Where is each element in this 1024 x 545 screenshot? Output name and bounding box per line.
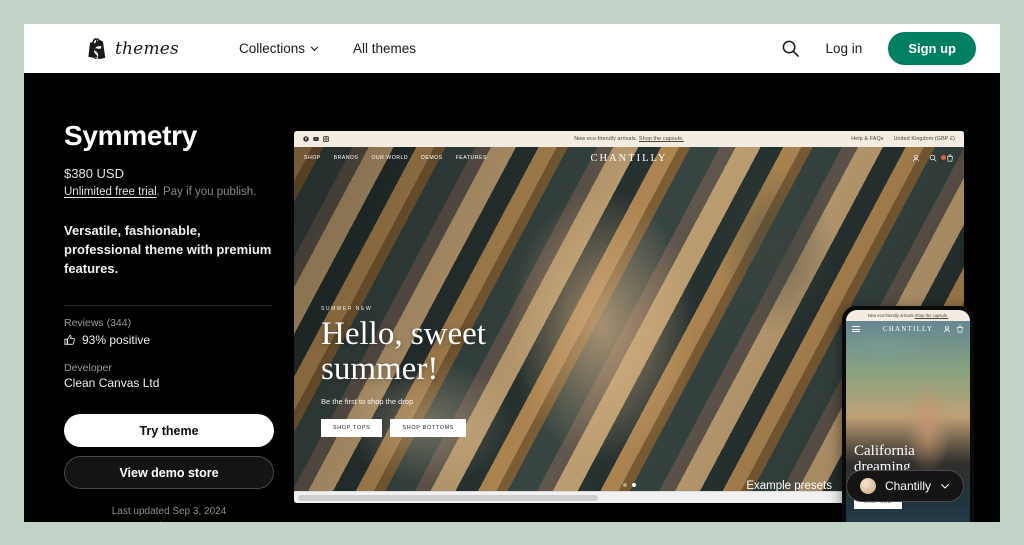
- example-presets-bar: Example presets Chantilly: [746, 470, 964, 502]
- trial-note: Unlimited free trial. Pay if you publish…: [64, 186, 274, 198]
- header-actions: Log in Sign up: [781, 32, 976, 65]
- preview-store-nav: SHOP BRANDS OUR WORLD DEMOS FEATURES CHA…: [294, 147, 964, 169]
- mobile-store-logo: CHANTILLY: [882, 325, 934, 333]
- search-icon[interactable]: [781, 39, 800, 58]
- nav-item-all-themes[interactable]: All themes: [353, 41, 416, 56]
- preview-announcement-bar: New eco-friendly arrivals. Shop the caps…: [294, 131, 964, 147]
- sign-up-button[interactable]: Sign up: [888, 32, 976, 65]
- announcement-link[interactable]: Shop the capsule.: [639, 136, 684, 142]
- thumbs-up-icon: [64, 334, 75, 345]
- carousel-dot[interactable]: [622, 483, 627, 487]
- shop-tops-button[interactable]: SHOP TOPS: [321, 419, 383, 437]
- hero-subtitle: Be the first to shop the drop: [321, 397, 414, 406]
- youtube-icon[interactable]: [313, 136, 319, 142]
- shopify-themes-logo[interactable]: themes: [88, 38, 179, 59]
- hero-heading-line2: summer!: [321, 351, 439, 388]
- preset-selected-name: Chantilly: [884, 479, 931, 493]
- region-selector[interactable]: United Kingdom (GBP £): [894, 136, 955, 142]
- mobile-announcement-before: New eco-friendly arrivals.: [867, 313, 915, 318]
- theme-description: Versatile, fashionable, professional the…: [64, 223, 272, 276]
- theme-version-info: Last updated Sep 3, 2024 Version 7.3.0: [64, 504, 274, 522]
- view-demo-store-button[interactable]: View demo store: [64, 455, 274, 489]
- facebook-icon[interactable]: [303, 136, 309, 142]
- preview-utility-links: Help & FAQs United Kingdom (GBP £): [851, 136, 955, 142]
- nav-item-all-themes-label: All themes: [352, 41, 417, 56]
- instagram-icon[interactable]: [323, 136, 329, 142]
- page-title: Symmetry: [64, 120, 198, 151]
- reviews-label[interactable]: Reviews (344): [64, 317, 274, 329]
- chevron-down-icon: [310, 46, 319, 52]
- carousel-dot-active[interactable]: [631, 483, 636, 487]
- chevron-down-icon: [941, 484, 949, 489]
- developer-name: Clean Canvas Ltd: [64, 375, 160, 390]
- log-in-link[interactable]: Log in: [826, 41, 863, 56]
- theme-detail-card: themes Collections All themes Log in Sig…: [24, 24, 1000, 522]
- shop-bottoms-button[interactable]: SHOP BOTTOMS: [390, 419, 467, 437]
- mobile-heading-line1: California: [854, 443, 915, 460]
- rating-row: 93% positive: [64, 333, 274, 347]
- theme-info-panel: Symmetry $380 USD Unlimited free trial. …: [64, 120, 274, 522]
- nav-item-collections-label: Collections: [238, 41, 305, 56]
- example-presets-label: Example presets: [746, 480, 832, 492]
- try-theme-button[interactable]: Try theme: [64, 413, 274, 447]
- mobile-announcement-bar: New eco-friendly arrivals. Shop the caps…: [846, 310, 970, 321]
- preview-social-icons: [303, 136, 329, 142]
- mobile-announcement-link[interactable]: Shop the capsule.: [915, 313, 949, 318]
- info-divider: [64, 304, 272, 306]
- developer-label: Developer: [64, 361, 112, 374]
- preset-select-dropdown[interactable]: Chantilly: [845, 470, 964, 502]
- nav-item-collections[interactable]: Collections: [239, 41, 319, 56]
- hero-cta-group: SHOP TOPS SHOP BOTTOMS: [321, 419, 486, 437]
- hero-eyebrow: SUMMER NEW: [321, 305, 373, 312]
- version-text: Version 7.3.0: [64, 519, 274, 522]
- cart-count-badge: [941, 155, 946, 160]
- help-faqs-link[interactable]: Help & FAQs: [851, 136, 883, 142]
- last-updated-text: Last updated Sep 3, 2024: [111, 505, 227, 517]
- cart-icon[interactable]: [946, 154, 954, 162]
- mobile-store-nav: CHANTILLY: [846, 321, 970, 337]
- hero-heading: Hello, sweet summer!: [321, 315, 486, 388]
- main-nav: Collections All themes: [239, 41, 416, 56]
- logo-text: themes: [115, 38, 179, 59]
- site-header: themes Collections All themes Log in Sig…: [24, 24, 1000, 73]
- theme-price: $380 USD: [64, 166, 124, 181]
- trial-note-rest: . Pay if you publish.: [156, 186, 257, 198]
- free-trial-link[interactable]: Unlimited free trial: [64, 186, 157, 198]
- preset-color-swatch: [859, 478, 876, 494]
- hero-heading-line1: Hello, sweet: [321, 315, 486, 352]
- shopify-bag-icon: [88, 38, 106, 59]
- scrollbar-thumb[interactable]: [298, 494, 598, 501]
- rating-value: 93% positive: [82, 332, 151, 347]
- theme-body: Symmetry $380 USD Unlimited free trial. …: [24, 73, 1000, 522]
- preview-store-logo: CHANTILLY: [590, 152, 668, 164]
- announcement-text-before: New eco-friendly arrivals.: [574, 136, 639, 142]
- page-root: themes Collections All themes Log in Sig…: [0, 0, 1024, 545]
- preview-hero-copy: SUMMER NEW Hello, sweet summer! Be the f…: [321, 306, 486, 437]
